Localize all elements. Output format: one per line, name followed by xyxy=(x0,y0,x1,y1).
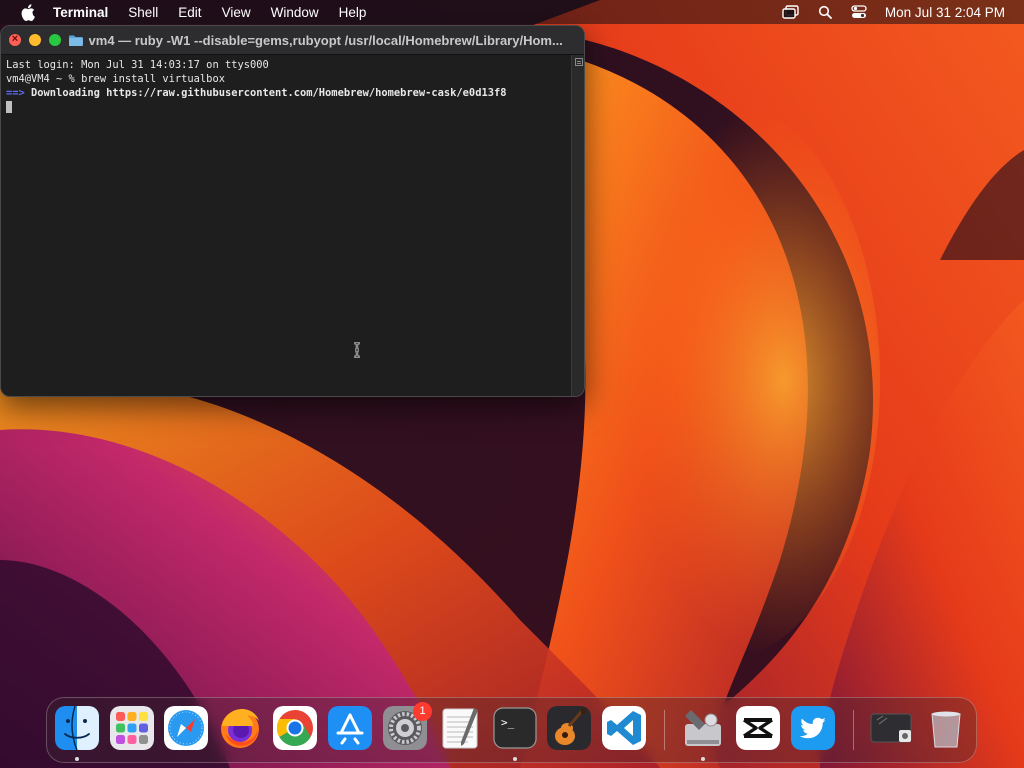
launchpad-icon[interactable] xyxy=(110,706,154,750)
capcut-icon[interactable] xyxy=(736,706,780,750)
garageband-icon[interactable] xyxy=(547,706,591,750)
split-pane-icon[interactable] xyxy=(575,58,583,66)
menu-clock[interactable]: Mon Jul 31 2:04 PM xyxy=(885,5,1005,20)
menu-help[interactable]: Help xyxy=(339,5,367,20)
terminal-scrollbar[interactable] xyxy=(571,55,584,396)
login-line: Last login: Mon Jul 31 14:03:17 on ttys0… xyxy=(6,59,269,71)
minimize-button[interactable] xyxy=(28,34,41,46)
app-store-icon[interactable] xyxy=(328,706,372,750)
system-settings-badge: 1 xyxy=(413,702,432,721)
chrome-icon[interactable] xyxy=(273,706,317,750)
dock-separator-2 xyxy=(853,710,854,750)
menu-app-name[interactable]: Terminal xyxy=(53,5,108,20)
screen-mirroring-icon[interactable] xyxy=(781,4,801,20)
zoom-button[interactable] xyxy=(48,34,61,46)
terminal-window: vm4 — ruby -W1 --disable=gems,rubyopt /u… xyxy=(0,25,585,397)
disk-utility-icon[interactable] xyxy=(681,706,725,750)
terminal-running-dot xyxy=(513,757,517,761)
window-title: vm4 — ruby -W1 --disable=gems,rubyopt /u… xyxy=(88,32,563,48)
close-button[interactable] xyxy=(9,34,21,46)
dock: 1 >_ xyxy=(46,697,977,763)
download-line: Downloading https://raw.githubuserconten… xyxy=(24,87,507,99)
trash-icon[interactable] xyxy=(924,706,968,750)
text-cursor xyxy=(6,101,12,113)
menu-bar: Terminal Shell Edit View Window Help Mon… xyxy=(0,0,1024,24)
terminal-icon[interactable]: >_ xyxy=(493,706,537,750)
textedit-icon[interactable] xyxy=(438,706,482,750)
menu-edit[interactable]: Edit xyxy=(178,5,201,20)
finder-icon[interactable] xyxy=(55,706,99,750)
screenshot-icon[interactable] xyxy=(869,706,913,750)
ibeam-cursor-icon xyxy=(354,342,360,358)
folder-icon xyxy=(68,35,83,46)
control-center-icon[interactable] xyxy=(849,4,869,20)
menu-view[interactable]: View xyxy=(222,5,251,20)
finder-running-dot xyxy=(75,757,79,761)
arrow-marker: ==> xyxy=(6,87,25,99)
terminal-output[interactable]: Last login: Mon Jul 31 14:03:17 on ttys0… xyxy=(1,55,571,396)
dock-separator xyxy=(664,710,665,750)
disk-utility-running-dot xyxy=(701,757,705,761)
svg-text:>_: >_ xyxy=(501,716,515,729)
menu-shell[interactable]: Shell xyxy=(128,5,158,20)
firefox-icon[interactable] xyxy=(218,706,262,750)
prompt-line: vm4@VM4 ~ % brew install virtualbox xyxy=(6,73,225,85)
safari-icon[interactable] xyxy=(164,706,208,750)
menu-window[interactable]: Window xyxy=(271,5,319,20)
terminal-titlebar[interactable]: vm4 — ruby -W1 --disable=gems,rubyopt /u… xyxy=(1,26,584,55)
vscode-icon[interactable] xyxy=(602,706,646,750)
apple-menu-icon[interactable] xyxy=(18,3,36,21)
twitter-icon[interactable] xyxy=(791,706,835,750)
search-icon[interactable] xyxy=(815,4,835,20)
